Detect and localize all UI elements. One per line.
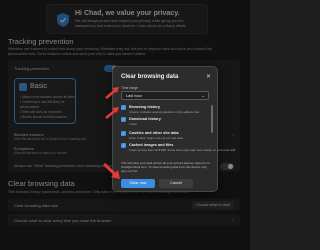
checkbox-checked[interactable]: ✓ xyxy=(121,117,126,122)
clear-browsing-data-dialog: Clear browsing data ✕ Time range Last ho… xyxy=(112,66,236,192)
chevron-down-icon: ⌄ xyxy=(201,93,205,98)
option-subtitle: Frees up less than 12.8 MB. Some sites m… xyxy=(129,147,237,152)
close-icon[interactable]: ✕ xyxy=(206,73,211,80)
option-subtitle: 1 item xyxy=(129,121,138,126)
data-type-list: ✓ Browsing history 4 items. Includes aut… xyxy=(121,105,236,157)
red-arrow-icon xyxy=(105,107,119,119)
time-range-select[interactable]: Last hour ⌄ xyxy=(121,91,209,100)
dialog-scrollbar[interactable] xyxy=(211,105,213,133)
cancel-button[interactable]: Cancel xyxy=(159,179,193,188)
option-title: Browsing history xyxy=(129,105,161,109)
option-title: Cookies and other site data xyxy=(129,131,179,135)
checkbox-checked[interactable]: ✓ xyxy=(121,143,126,148)
option-title: Download history xyxy=(129,117,161,121)
checkbox-checked[interactable]: ✓ xyxy=(121,131,126,136)
checkbox-checked[interactable]: ✓ xyxy=(121,105,126,110)
option-subtitle: 4 items. Includes autocompletions in the… xyxy=(129,109,200,114)
time-range-label: Time range xyxy=(121,86,139,90)
option-subtitle: From 4 sites. Signs you out of most site… xyxy=(129,135,184,140)
dialog-title: Clear browsing data xyxy=(121,74,179,80)
option-title: Cached images and files xyxy=(129,143,174,147)
red-arrow-icon xyxy=(105,87,119,99)
time-range-value: Last hour xyxy=(126,94,142,98)
red-arrow-icon xyxy=(102,162,120,179)
clear-now-button[interactable]: Clear now xyxy=(121,179,155,188)
sync-note: This will clear your data across all you… xyxy=(121,161,211,173)
